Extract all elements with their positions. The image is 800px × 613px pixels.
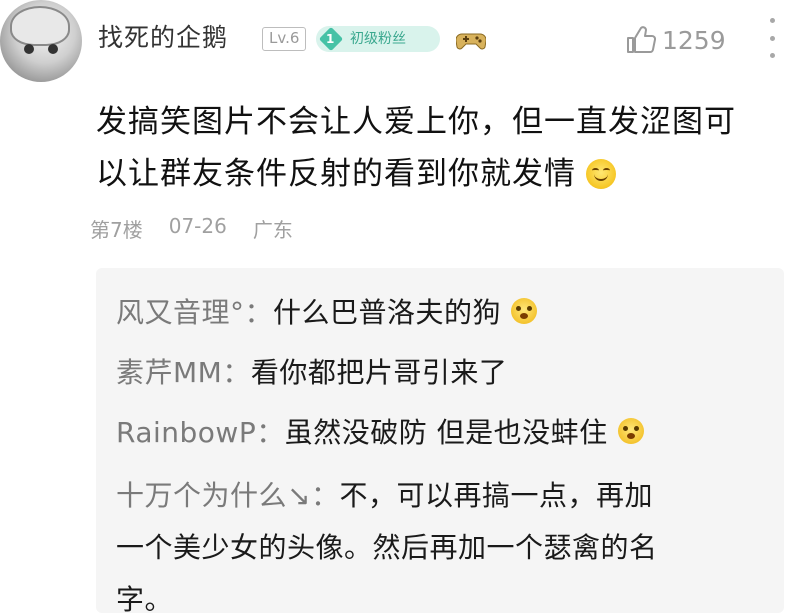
avatar[interactable]	[0, 0, 82, 82]
reply-item[interactable]: 素芹MM：看你都把片哥引来了	[116, 350, 764, 396]
comment-text: 发搞笑图片不会让人爱上你，但一直发涩图可 以让群友条件反射的看到你就发情	[96, 96, 786, 200]
reply-item[interactable]: 风又音理°：什么巴普洛夫的狗	[116, 290, 764, 336]
comment-location: 广东	[252, 218, 293, 242]
reply-text: 虽然没破防 但是也没蚌住	[284, 416, 608, 449]
more-dot	[769, 35, 775, 41]
author-name[interactable]: 找死的企鹅	[98, 18, 228, 54]
like-count: 1259	[662, 25, 726, 55]
more-dot	[769, 53, 775, 58]
more-vertical-icon[interactable]	[766, 18, 778, 58]
gamepad-icon	[456, 33, 486, 50]
grin-emoji	[511, 298, 538, 324]
grin-emoji	[617, 418, 644, 444]
avatar-eye-right	[48, 44, 58, 54]
replies-box[interactable]: 风又音理°：什么巴普洛夫的狗 素芹MM：看你都把片哥引来了 RainbowP：虽…	[96, 268, 784, 613]
more-dot	[769, 18, 775, 23]
reply-author[interactable]: RainbowP	[116, 416, 256, 449]
reply-author[interactable]: 风又音理°	[116, 296, 245, 329]
comment-line-text: 以让群友条件反射的看到你就发情	[96, 156, 576, 192]
reply-text: 看你都把片哥引来了	[250, 356, 508, 389]
reply-text: 一个美少女的头像。然后再加一个瑟禽的名	[116, 531, 658, 564]
fan-badge-label: 初级粉丝	[350, 31, 406, 47]
reply-separator: ：	[310, 479, 340, 512]
reply-separator: ：	[256, 416, 285, 449]
like-button[interactable]: 1259	[624, 22, 726, 58]
comment-line: 以让群友条件反射的看到你就发情	[96, 148, 786, 200]
level-badge: Lv.6	[262, 27, 307, 51]
comment-meta: 第7楼 07-26 广东	[90, 214, 293, 243]
avatar-eye-left	[24, 44, 34, 54]
reply-item[interactable]: RainbowP：虽然没破防 但是也没蚌住	[116, 410, 764, 456]
smile-emoji	[586, 158, 616, 189]
reply-text: 不，可以再搞一点，再加	[339, 479, 653, 512]
reply-separator: ：	[244, 296, 274, 329]
reply-separator: ：	[222, 356, 251, 389]
reply-author[interactable]: 素芹MM	[116, 356, 222, 389]
floor-number: 第7楼	[90, 218, 143, 242]
comment-date: 07-26	[168, 214, 227, 238]
comment-line: 发搞笑图片不会让人爱上你，但一直发涩图可	[96, 104, 736, 140]
reply-item[interactable]: 十万个为什么↘：不，可以再搞一点，再加 一个美少女的头像。然后再加一个瑟禽的名 …	[116, 470, 764, 613]
reply-text: 字。	[116, 583, 174, 613]
fan-badge[interactable]: 1 初级粉丝	[316, 26, 440, 52]
thumb-up-icon	[627, 26, 656, 53]
avatar-hair	[10, 6, 70, 46]
fan-level: 1	[326, 32, 335, 46]
reply-text: 什么巴普洛夫的狗	[273, 296, 502, 329]
reply-author[interactable]: 十万个为什么↘	[116, 479, 311, 512]
